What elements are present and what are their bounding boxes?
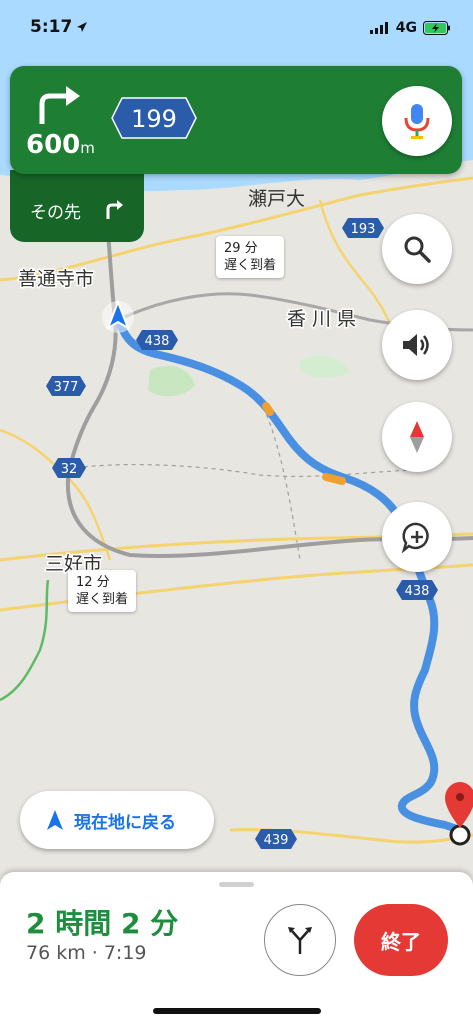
sound-button[interactable] (382, 310, 452, 380)
compass-icon (410, 421, 424, 453)
current-location-arrow (102, 299, 134, 333)
road-shield: 438 (396, 580, 438, 600)
turn-distance: 600m (26, 130, 95, 160)
volume-icon (403, 334, 429, 356)
place-label: 香川県 (287, 308, 362, 330)
compass-button[interactable] (382, 402, 452, 472)
callout-note: 遅く到着 (76, 592, 129, 607)
callout-time: 29 分 (224, 241, 258, 256)
end-navigation-button[interactable]: 終了 (354, 904, 448, 976)
status-bar: 5:17 4G (0, 0, 473, 58)
traffic-segment (262, 402, 274, 416)
alt-route-callout[interactable]: 12 分 遅く到着 (68, 570, 137, 612)
road-shield: 32 (52, 458, 86, 478)
traffic-segment (322, 473, 346, 485)
svg-text:438: 438 (145, 334, 170, 349)
svg-text:193: 193 (351, 222, 376, 237)
road-shield: 193 (342, 218, 384, 238)
status-time: 5:17 (30, 17, 73, 37)
svg-text:439: 439 (264, 833, 289, 848)
recenter-button[interactable]: 現在地に戻る (20, 791, 214, 849)
distance-value: 600 (26, 130, 81, 160)
svg-text:32: 32 (61, 462, 78, 477)
search-icon (404, 236, 431, 263)
signal-icon (369, 22, 388, 34)
callout-note: 遅く到着 (224, 258, 277, 273)
place-label: 善通寺市 (18, 268, 94, 290)
alternate-routes-button[interactable] (264, 904, 336, 976)
navigation-arrow-icon (47, 810, 63, 830)
add-comment-icon (401, 522, 429, 553)
location-arrow-icon (77, 22, 87, 32)
svg-text:377: 377 (54, 380, 79, 395)
svg-text:438: 438 (405, 584, 430, 599)
route-shield-number: 199 (131, 105, 177, 133)
alt-route-callout[interactable]: 29 分 遅く到着 (216, 236, 285, 278)
recenter-label: 現在地に戻る (74, 812, 176, 833)
distance-unit: m (80, 139, 95, 157)
trip-duration: 2 時間 2 分 (26, 907, 179, 940)
road-shield: 439 (255, 829, 297, 849)
fork-route-icon (288, 927, 312, 954)
battery-charging-icon (423, 21, 450, 35)
network-label: 4G (395, 20, 417, 36)
search-button[interactable] (382, 214, 452, 284)
place-label: 瀬戸大 (248, 188, 305, 210)
turn-right-icon (106, 200, 123, 219)
route-shield: 199 (111, 97, 197, 139)
trip-summary-sheet[interactable]: 2 時間 2 分 76 km · 7:19 終了 (0, 872, 473, 1024)
road-shield: 438 (136, 330, 178, 350)
sheet-grabber[interactable] (219, 882, 254, 887)
road-shield: 377 (46, 376, 86, 396)
then-label: その先 (30, 203, 81, 223)
trip-summary: 76 km · 7:19 (26, 942, 147, 964)
microphone-icon (404, 104, 430, 139)
voice-search-button[interactable] (382, 86, 452, 156)
turn-right-icon (39, 86, 80, 124)
home-indicator[interactable] (153, 1008, 321, 1014)
add-report-button[interactable] (382, 502, 452, 572)
then-instruction-panel[interactable]: その先 (10, 170, 144, 242)
callout-time: 12 分 (76, 575, 110, 590)
